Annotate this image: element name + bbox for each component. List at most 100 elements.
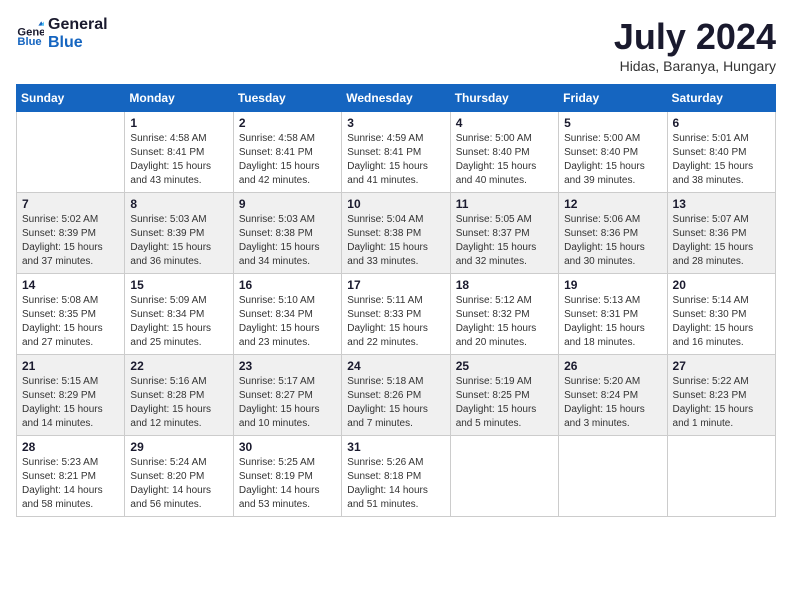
day-number: 6 [673,116,770,130]
calendar-row: 7 Sunrise: 5:02 AM Sunset: 8:39 PM Daylig… [17,193,776,274]
day-info: Sunrise: 5:18 AM Sunset: 8:26 PM Dayligh… [347,375,444,431]
header-row: Sunday Monday Tuesday Wednesday Thursday… [17,85,776,112]
day-number: 4 [456,116,553,130]
day-number: 25 [456,359,553,373]
table-row [17,112,125,193]
day-info: Sunrise: 5:00 AM Sunset: 8:40 PM Dayligh… [456,132,553,188]
day-number: 13 [673,197,770,211]
logo: General Blue General Blue [16,16,108,51]
day-number: 23 [239,359,336,373]
table-row: 24 Sunrise: 5:18 AM Sunset: 8:26 PM Dayli… [342,355,450,436]
day-info: Sunrise: 5:14 AM Sunset: 8:30 PM Dayligh… [673,294,770,350]
day-number: 24 [347,359,444,373]
svg-text:Blue: Blue [17,36,41,48]
day-info: Sunrise: 5:10 AM Sunset: 8:34 PM Dayligh… [239,294,336,350]
day-number: 21 [22,359,119,373]
table-row: 16 Sunrise: 5:10 AM Sunset: 8:34 PM Dayli… [233,274,341,355]
table-row: 13Sunrise: 5:07 AM Sunset: 8:36 PM Dayli… [667,193,775,274]
day-number: 7 [22,197,119,211]
day-number: 16 [239,278,336,292]
location: Hidas, Baranya, Hungary [614,58,776,74]
table-row: 14 Sunrise: 5:08 AM Sunset: 8:35 PM Dayli… [17,274,125,355]
col-saturday: Saturday [667,85,775,112]
day-number: 14 [22,278,119,292]
day-number: 15 [130,278,227,292]
day-number: 10 [347,197,444,211]
day-number: 12 [564,197,661,211]
day-info: Sunrise: 5:13 AM Sunset: 8:31 PM Dayligh… [564,294,661,350]
day-number: 9 [239,197,336,211]
col-wednesday: Wednesday [342,85,450,112]
day-number: 22 [130,359,227,373]
table-row: 11 Sunrise: 5:05 AM Sunset: 8:37 PM Dayli… [450,193,558,274]
day-number: 3 [347,116,444,130]
table-row: 12 Sunrise: 5:06 AM Sunset: 8:36 PM Dayli… [559,193,667,274]
day-info: Sunrise: 5:02 AM Sunset: 8:39 PM Dayligh… [22,213,119,269]
day-number: 30 [239,440,336,454]
day-info: Sunrise: 5:24 AM Sunset: 8:20 PM Dayligh… [130,456,227,512]
day-number: 8 [130,197,227,211]
day-info: Sunrise: 5:09 AM Sunset: 8:34 PM Dayligh… [130,294,227,350]
table-row: 17 Sunrise: 5:11 AM Sunset: 8:33 PM Dayli… [342,274,450,355]
table-row: 31Sunrise: 5:26 AM Sunset: 8:18 PM Dayli… [342,436,450,517]
day-info: Sunrise: 5:12 AM Sunset: 8:32 PM Dayligh… [456,294,553,350]
col-thursday: Thursday [450,85,558,112]
day-info: Sunrise: 5:04 AM Sunset: 8:38 PM Dayligh… [347,213,444,269]
day-info: Sunrise: 5:26 AM Sunset: 8:18 PM Dayligh… [347,456,444,512]
calendar-row: 28 Sunrise: 5:23 AM Sunset: 8:21 PM Dayli… [17,436,776,517]
table-row: 8Sunrise: 5:03 AM Sunset: 8:39 PM Daylig… [125,193,233,274]
day-info: Sunrise: 5:20 AM Sunset: 8:24 PM Dayligh… [564,375,661,431]
day-number: 5 [564,116,661,130]
day-info: Sunrise: 5:06 AM Sunset: 8:36 PM Dayligh… [564,213,661,269]
day-number: 11 [456,197,553,211]
day-info: Sunrise: 5:00 AM Sunset: 8:40 PM Dayligh… [564,132,661,188]
table-row: 7 Sunrise: 5:02 AM Sunset: 8:39 PM Daylig… [17,193,125,274]
day-info: Sunrise: 5:05 AM Sunset: 8:37 PM Dayligh… [456,213,553,269]
table-row [450,436,558,517]
day-info: Sunrise: 5:25 AM Sunset: 8:19 PM Dayligh… [239,456,336,512]
day-info: Sunrise: 5:15 AM Sunset: 8:29 PM Dayligh… [22,375,119,431]
table-row: 21 Sunrise: 5:15 AM Sunset: 8:29 PM Dayli… [17,355,125,436]
day-number: 29 [130,440,227,454]
day-info: Sunrise: 5:23 AM Sunset: 8:21 PM Dayligh… [22,456,119,512]
table-row: 15 Sunrise: 5:09 AM Sunset: 8:34 PM Dayli… [125,274,233,355]
month-year: July 2024 [614,16,776,58]
table-row [667,436,775,517]
logo-blue-text: Blue [48,34,108,52]
day-info: Sunrise: 5:08 AM Sunset: 8:35 PM Dayligh… [22,294,119,350]
table-row: 2Sunrise: 4:58 AM Sunset: 8:41 PM Daylig… [233,112,341,193]
table-row: 3 Sunrise: 4:59 AM Sunset: 8:41 PM Daylig… [342,112,450,193]
table-row: 4 Sunrise: 5:00 AM Sunset: 8:40 PM Daylig… [450,112,558,193]
table-row [559,436,667,517]
day-info: Sunrise: 5:22 AM Sunset: 8:23 PM Dayligh… [673,375,770,431]
day-info: Sunrise: 5:01 AM Sunset: 8:40 PM Dayligh… [673,132,770,188]
table-row: 20 Sunrise: 5:14 AM Sunset: 8:30 PM Dayli… [667,274,775,355]
day-info: Sunrise: 4:59 AM Sunset: 8:41 PM Dayligh… [347,132,444,188]
table-row: 25 Sunrise: 5:19 AM Sunset: 8:25 PM Dayli… [450,355,558,436]
table-row: 26 Sunrise: 5:20 AM Sunset: 8:24 PM Dayli… [559,355,667,436]
table-row: 9 Sunrise: 5:03 AM Sunset: 8:38 PM Daylig… [233,193,341,274]
table-row: 19 Sunrise: 5:13 AM Sunset: 8:31 PM Dayli… [559,274,667,355]
day-number: 19 [564,278,661,292]
day-info: Sunrise: 5:17 AM Sunset: 8:27 PM Dayligh… [239,375,336,431]
calendar-row: 14 Sunrise: 5:08 AM Sunset: 8:35 PM Dayli… [17,274,776,355]
day-number: 28 [22,440,119,454]
table-row: 1Sunrise: 4:58 AM Sunset: 8:41 PM Daylig… [125,112,233,193]
day-number: 26 [564,359,661,373]
logo-general-text: General [48,16,108,34]
table-row: 18 Sunrise: 5:12 AM Sunset: 8:32 PM Dayli… [450,274,558,355]
table-row: 30 Sunrise: 5:25 AM Sunset: 8:19 PM Dayli… [233,436,341,517]
day-number: 1 [130,116,227,130]
day-number: 18 [456,278,553,292]
table-row: 23 Sunrise: 5:17 AM Sunset: 8:27 PM Dayli… [233,355,341,436]
day-info: Sunrise: 5:19 AM Sunset: 8:25 PM Dayligh… [456,375,553,431]
day-number: 17 [347,278,444,292]
title-section: July 2024 Hidas, Baranya, Hungary [614,16,776,74]
day-info: Sunrise: 5:11 AM Sunset: 8:33 PM Dayligh… [347,294,444,350]
day-number: 20 [673,278,770,292]
day-number: 27 [673,359,770,373]
table-row: 29 Sunrise: 5:24 AM Sunset: 8:20 PM Dayli… [125,436,233,517]
logo-icon: General Blue [16,20,44,48]
day-info: Sunrise: 5:03 AM Sunset: 8:38 PM Dayligh… [239,213,336,269]
calendar-table: Sunday Monday Tuesday Wednesday Thursday… [16,84,776,517]
